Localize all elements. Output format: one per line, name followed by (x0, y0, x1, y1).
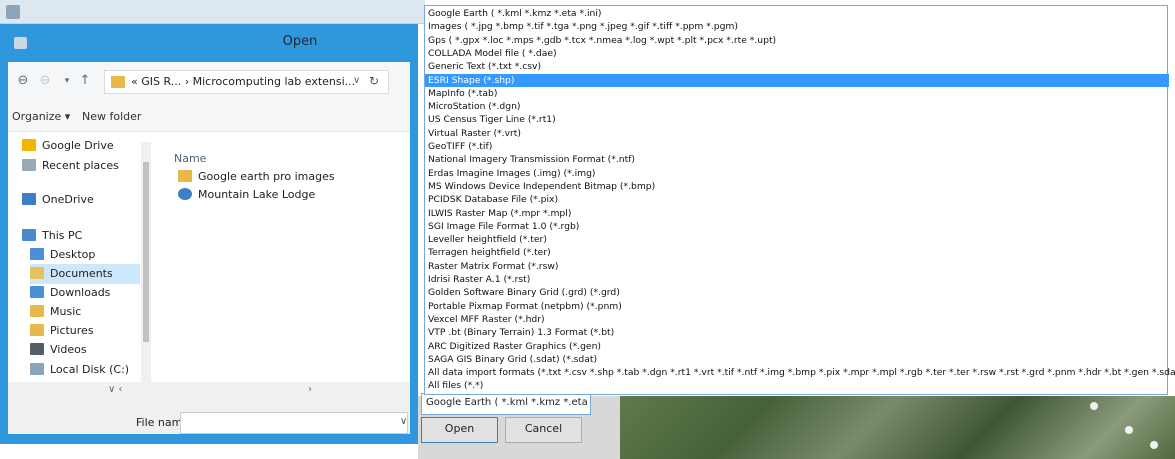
refresh-icon[interactable]: ↻ (369, 74, 379, 88)
file-type-option[interactable]: GeoTIFF (*.tif) (425, 140, 1169, 153)
up-arrow-icon[interactable]: ↑ (76, 72, 94, 90)
cancel-button[interactable]: Cancel (505, 417, 582, 443)
disk-icon (30, 363, 44, 375)
toolbar: Organize ▾ New folder (8, 102, 410, 132)
file-type-option[interactable]: SAGA GIS Binary Grid (.sdat) (*.sdat) (425, 353, 1169, 366)
map-marker-icon (1090, 402, 1098, 410)
nav-item-desktop[interactable]: Desktop (30, 245, 95, 265)
file-type-option[interactable]: Google Earth ( *.kml *.kmz *.eta *.ini) (425, 7, 1169, 20)
file-type-option[interactable]: Terragen heightfield (*.ter) (425, 246, 1169, 259)
list-item[interactable]: Mountain Lake Lodge (178, 186, 315, 204)
folder-icon (111, 76, 125, 88)
file-type-option[interactable]: Gps ( *.gpx *.loc *.mps *.gdb *.tcx *.nm… (425, 34, 1169, 47)
new-folder-button[interactable]: New folder (82, 110, 141, 123)
file-type-option[interactable]: Leveller heightfield (*.ter) (425, 233, 1169, 246)
file-type-option[interactable]: SGI Image File Format 1.0 (*.rgb) (425, 220, 1169, 233)
address-path[interactable]: « GIS R... › Microcomputing lab extensi.… (131, 75, 355, 88)
file-name-input[interactable] (180, 412, 408, 434)
nav-item-onedrive[interactable]: OneDrive (22, 190, 94, 210)
horizontal-scrollbar[interactable]: ∨ ‹ › (108, 384, 338, 398)
nav-item-videos[interactable]: Videos (30, 340, 87, 360)
file-type-select[interactable]: Google Earth ( *.kml *.kmz *.eta ▾ (421, 393, 591, 415)
forward-icon[interactable]: ⊖ (36, 72, 54, 90)
file-type-option[interactable]: Raster Matrix Format (*.rsw) (425, 260, 1169, 273)
back-icon[interactable]: ⊖ (14, 72, 32, 90)
outer-window-titlebar (0, 0, 425, 24)
app-icon (6, 5, 20, 19)
list-item[interactable]: Google earth pro images (178, 168, 335, 186)
file-type-option[interactable]: COLLADA Model file ( *.dae) (425, 47, 1169, 60)
dialog-body: ⊖ ⊖ ▾ ↑ « GIS R... › Microcomputing lab … (8, 62, 410, 434)
onedrive-icon (22, 193, 36, 205)
file-type-option[interactable]: ARC Digitized Raster Graphics (*.gen) (425, 340, 1169, 353)
open-dialog: Open ⊖ ⊖ ▾ ↑ « GIS R... › Microcomputing… (0, 24, 418, 444)
file-type-option[interactable]: MS Windows Device Independent Bitmap (*.… (425, 180, 1169, 193)
chevron-down-icon[interactable]: ∨ (353, 75, 360, 86)
nav-item-this-pc[interactable]: This PC (22, 226, 82, 246)
nav-item-google-drive[interactable]: Google Drive (22, 136, 114, 156)
chevron-down-icon[interactable]: ∨ (400, 416, 407, 427)
kml-file-icon (178, 188, 192, 200)
dialog-titlebar[interactable]: Open (0, 24, 418, 60)
nav-item-recent-places[interactable]: Recent places (22, 156, 119, 176)
folder-icon (178, 170, 192, 182)
map-marker-icon (1125, 426, 1133, 434)
recent-places-icon (22, 159, 36, 171)
organize-button[interactable]: Organize ▾ (12, 110, 70, 123)
navigation-bar: ⊖ ⊖ ▾ ↑ « GIS R... › Microcomputing lab … (8, 62, 410, 102)
navigation-pane: Google Drive Recent places OneDrive This… (8, 132, 160, 397)
file-type-option[interactable]: Golden Software Binary Grid (.grd) (*.gr… (425, 286, 1169, 299)
downloads-icon (30, 286, 44, 298)
scroll-right-icon[interactable]: › (308, 384, 312, 395)
file-type-option[interactable]: MapInfo (*.tab) (425, 87, 1169, 100)
file-type-option[interactable]: ILWIS Raster Map (*.mpr *.mpl) (425, 207, 1169, 220)
file-name-bar: ∨ ‹ › File name: ∨ (8, 382, 410, 434)
desktop-icon (30, 248, 44, 260)
file-type-option[interactable]: PCIDSK Database File (*.pix) (425, 193, 1169, 206)
file-list: Name Google earth pro images Mountain La… (160, 132, 410, 397)
nav-item-local-disk[interactable]: Local Disk (C:) (30, 360, 129, 380)
nav-item-music[interactable]: Music (30, 302, 81, 322)
file-type-option[interactable]: Virtual Raster (*.vrt) (425, 127, 1169, 140)
address-bar[interactable]: « GIS R... › Microcomputing lab extensi.… (104, 70, 389, 94)
nav-scrollbar-thumb[interactable] (143, 162, 149, 342)
column-header-name[interactable]: Name (174, 152, 206, 165)
file-type-option[interactable]: Vexcel MFF Raster (*.hdr) (425, 313, 1169, 326)
file-type-option[interactable]: Idrisi Raster A.1 (*.rst) (425, 273, 1169, 286)
nav-item-pictures[interactable]: Pictures (30, 321, 94, 341)
videos-icon (30, 343, 44, 355)
file-type-option[interactable]: VTP .bt (Binary Terrain) 1.3 Format (*.b… (425, 326, 1169, 339)
file-type-option[interactable]: US Census Tiger Line (*.rt1) (425, 113, 1169, 126)
map-marker-icon (1150, 441, 1158, 449)
computer-icon (22, 229, 36, 241)
file-type-option[interactable]: Images ( *.jpg *.bmp *.tif *.tga *.png *… (425, 20, 1169, 33)
file-type-option[interactable]: ESRI Shape (*.shp) (425, 73, 1169, 87)
scroll-left-icon[interactable]: ∨ ‹ (108, 384, 123, 395)
file-type-option[interactable]: MicroStation (*.dgn) (425, 100, 1169, 113)
file-type-dropdown: Google Earth ( *.kml *.kmz *.eta *.ini) I… (424, 5, 1175, 395)
file-type-option[interactable]: Generic Text (*.txt *.csv) (425, 60, 1169, 73)
google-drive-icon (22, 139, 36, 151)
chevron-down-icon[interactable]: ▾ (58, 72, 76, 90)
file-type-option[interactable]: All files (*.*) (425, 379, 1169, 392)
pictures-icon (30, 324, 44, 336)
nav-item-downloads[interactable]: Downloads (30, 283, 110, 303)
nav-item-documents[interactable]: Documents (30, 264, 140, 284)
file-type-option[interactable]: All data import formats (*.txt *.csv *.s… (425, 366, 1175, 379)
satellite-map-background (620, 396, 1175, 459)
file-type-option[interactable]: National Imagery Transmission Format (*.… (425, 153, 1169, 166)
music-icon (30, 305, 44, 317)
file-type-option[interactable]: Erdas Imagine Images (.img) (*.img) (425, 167, 1169, 180)
open-button[interactable]: Open (421, 417, 498, 443)
documents-icon (30, 267, 44, 279)
file-type-option[interactable]: Portable Pixmap Format (netpbm) (*.pnm) (425, 300, 1169, 313)
